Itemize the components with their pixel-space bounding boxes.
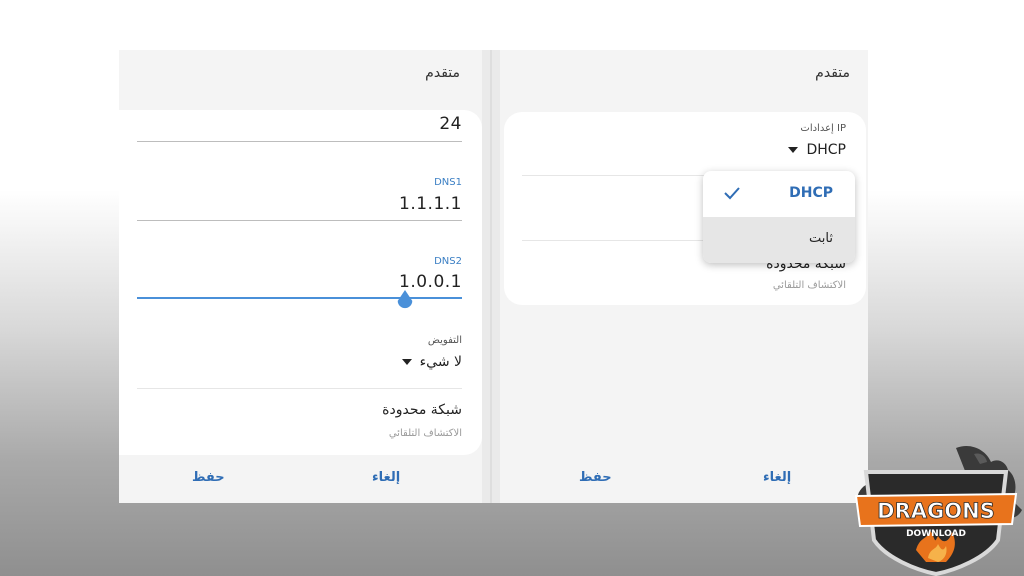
prefix-length-underline	[137, 141, 462, 142]
panel-divider	[482, 50, 500, 503]
logo-text-sub: DOWNLOAD	[906, 529, 966, 539]
metered-network-subtitle: الاكتشاف التلقائي	[772, 280, 846, 291]
ip-settings-dropdown[interactable]: DHCP	[788, 142, 846, 158]
cancel-button[interactable]: إلغاء	[763, 470, 791, 485]
advanced-settings-card: 24 DNS1 1.1.1.1 DNS2 1.0.0.1 التفويض لا …	[119, 110, 482, 455]
option-label: ثابت	[809, 231, 833, 246]
cancel-button[interactable]: إلغاء	[372, 470, 400, 485]
save-button[interactable]: حفظ	[192, 470, 225, 485]
ip-settings-value: DHCP	[806, 142, 846, 158]
metered-network-title[interactable]: شبكة محدودة	[382, 402, 462, 418]
ip-settings-dropdown-menu: DHCP ثابت	[703, 171, 855, 263]
prefix-length-field[interactable]: 24	[439, 114, 462, 134]
checkmark-icon	[724, 187, 740, 200]
dropdown-arrow-icon	[401, 359, 412, 365]
dragons-download-logo: DRAGONS DOWNLOAD	[854, 445, 1022, 576]
logo-text-main: DRAGONS	[877, 499, 995, 523]
text-cursor-handle-icon[interactable]	[395, 290, 415, 310]
option-label: DHCP	[789, 185, 833, 201]
save-button[interactable]: حفظ	[579, 470, 612, 485]
dns2-field[interactable]: 1.0.0.1	[399, 272, 462, 292]
delegation-label: التفويض	[427, 335, 462, 346]
delegation-dropdown[interactable]: لا شيء	[401, 354, 462, 370]
right-settings-panel: متقدم إعدادات IP DHCP شبكة محدودة الاكتش…	[500, 50, 868, 503]
dns1-label: DNS1	[434, 177, 462, 188]
left-settings-panel: متقدم 24 DNS1 1.1.1.1 DNS2 1.0.0.1 التفو…	[119, 50, 482, 503]
panel-title: متقدم	[815, 65, 850, 81]
dns1-field[interactable]: 1.1.1.1	[399, 194, 462, 214]
delegation-value: لا شيء	[419, 354, 462, 370]
dns2-label: DNS2	[434, 256, 462, 267]
dropdown-option-static[interactable]: ثابت	[703, 217, 855, 263]
metered-network-subtitle: الاكتشاف التلقائي	[388, 428, 462, 439]
dns1-underline	[137, 220, 462, 221]
dropdown-arrow-icon	[788, 147, 799, 153]
ip-settings-label: إعدادات IP	[800, 123, 846, 134]
dropdown-option-dhcp[interactable]: DHCP	[703, 171, 855, 217]
section-separator	[137, 388, 462, 389]
panel-title: متقدم	[425, 65, 460, 81]
